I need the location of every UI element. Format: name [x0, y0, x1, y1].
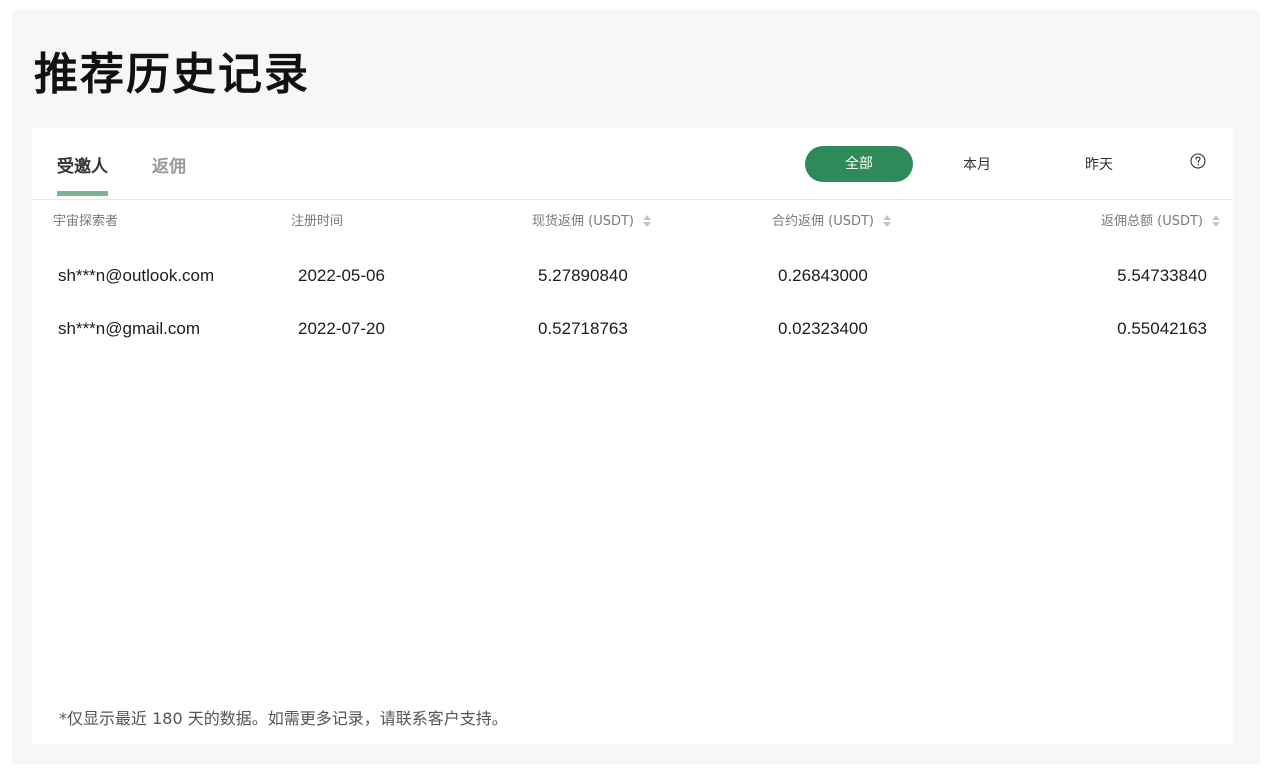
column-header-total-commission-label: 返佣总额 (USDT) — [1101, 214, 1203, 229]
spot-commission-value: 5.27890840 — [538, 266, 628, 285]
invitee-email: sh***n@outlook.com — [58, 266, 215, 285]
column-header-contract-commission-label: 合约返佣 (USDT) — [772, 214, 874, 229]
column-header-explorer-label: 宇宙探索者 — [53, 214, 119, 229]
tab-commission-label: 返佣 — [152, 157, 186, 177]
sort-icon[interactable] — [1211, 214, 1221, 228]
invitee-email: sh***n@gmail.com — [58, 319, 200, 338]
register-date: 2022-07-20 — [298, 319, 385, 338]
table-header: 宇宙探索者 注册时间 现货返佣 (USDT) 合约返佣 (USDT) 返佣总额 … — [32, 210, 1233, 230]
page-container: 推荐历史记录 受邀人 返佣 全部 本月 昨天 宇宙探索者 注册时间 现货返佣 (… — [12, 10, 1260, 764]
active-tab-indicator — [57, 191, 108, 196]
column-header-spot-commission[interactable]: 现货返佣 (USDT) — [532, 210, 652, 229]
table-row: sh***n@gmail.com 2022-07-20 0.52718763 0… — [32, 319, 1233, 343]
total-commission-value: 0.55042163 — [1117, 319, 1207, 338]
register-date: 2022-05-06 — [298, 266, 385, 285]
question-circle-icon[interactable] — [1190, 153, 1206, 169]
data-retention-note: *仅显示最近 180 天的数据。如需更多记录，请联系客户支持。 — [59, 709, 508, 728]
column-header-explorer: 宇宙探索者 — [53, 210, 118, 229]
tab-bar: 受邀人 返佣 全部 本月 昨天 — [32, 128, 1233, 200]
sort-icon[interactable] — [882, 214, 892, 228]
total-commission-value: 5.54733840 — [1117, 266, 1207, 285]
sort-icon[interactable] — [642, 214, 652, 228]
table-row: sh***n@outlook.com 2022-05-06 5.27890840… — [32, 266, 1233, 290]
filter-this-month-button[interactable]: 本月 — [963, 154, 991, 174]
page-title: 推荐历史记录 — [34, 49, 310, 100]
contract-commission-value: 0.02323400 — [778, 319, 868, 338]
column-header-contract-commission[interactable]: 合约返佣 (USDT) — [772, 210, 892, 229]
filter-all-button[interactable]: 全部 — [805, 146, 913, 182]
referral-history-card: 受邀人 返佣 全部 本月 昨天 宇宙探索者 注册时间 现货返佣 (USDT) 合… — [32, 128, 1233, 744]
contract-commission-value: 0.26843000 — [778, 266, 868, 285]
tab-invitees-label: 受邀人 — [57, 157, 108, 177]
column-header-total-commission[interactable]: 返佣总额 (USDT) — [1101, 210, 1221, 229]
filter-yesterday-button[interactable]: 昨天 — [1085, 154, 1113, 174]
tab-commission[interactable]: 返佣 — [152, 152, 186, 177]
spot-commission-value: 0.52718763 — [538, 319, 628, 338]
tab-invitees[interactable]: 受邀人 — [57, 152, 108, 196]
column-header-register-time: 注册时间 — [291, 210, 343, 229]
column-header-register-time-label: 注册时间 — [291, 214, 344, 229]
column-header-spot-commission-label: 现货返佣 (USDT) — [532, 214, 634, 229]
